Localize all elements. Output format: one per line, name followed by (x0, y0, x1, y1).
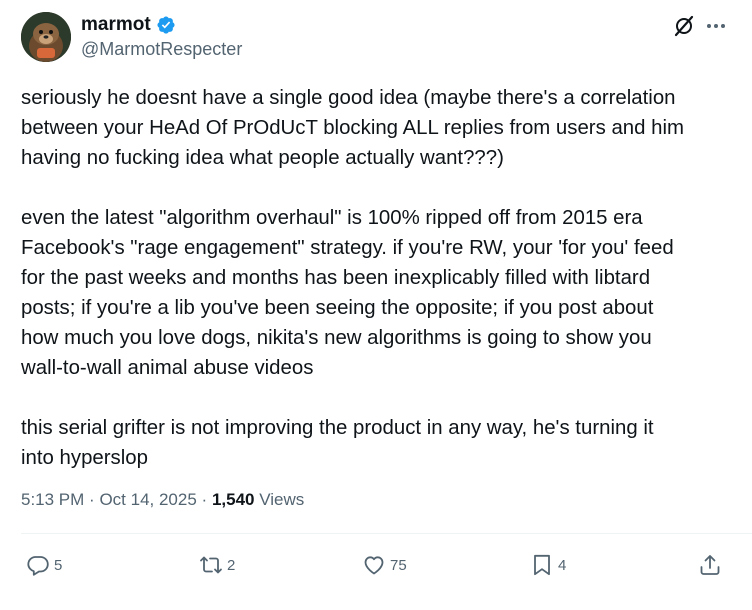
tweet-line: wall-to-wall animal abuse videos (21, 357, 314, 379)
repost-icon (200, 556, 222, 574)
meta-separator: · (89, 490, 95, 509)
share-icon (700, 555, 720, 575)
grok-icon[interactable] (672, 14, 696, 38)
meta-separator: · (201, 490, 208, 509)
tweet-date[interactable]: Oct 14, 2025 (99, 490, 196, 509)
marmot-avatar-icon (21, 12, 71, 62)
tweet-line: seriously he doesnt have a single good i… (21, 87, 676, 109)
tweet-line: how much you love dogs, nikita's new alg… (21, 327, 652, 349)
views-count: 1,540 (211, 490, 255, 509)
share-button[interactable] (698, 551, 722, 579)
divider (21, 533, 752, 534)
tweet-line: for the past weeks and months has been i… (21, 267, 651, 289)
reply-icon (27, 556, 49, 576)
reply-button[interactable]: 5 (26, 551, 62, 579)
heart-icon (364, 556, 384, 575)
repost-button[interactable]: 2 (199, 551, 235, 579)
tweet-card: marmot @MarmotRespecter seriously he doe… (0, 0, 752, 610)
author-display-name[interactable]: marmot (81, 14, 176, 36)
tweet-text: seriously he doesnt have a single good i… (21, 83, 733, 473)
bookmark-icon (534, 554, 550, 576)
tweet-line: between your HeAd Of PrOdUcT blocking AL… (21, 117, 685, 139)
bookmark-button[interactable]: 4 (530, 551, 566, 579)
reply-count: 5 (54, 556, 63, 574)
verified-badge-icon (157, 16, 175, 34)
repost-count: 2 (227, 556, 236, 574)
tweet-line: into hyperslop (21, 447, 148, 469)
tweet-line: even the latest "algorithm overhaul" is … (21, 207, 643, 229)
tweet-meta: 5:13 PM · Oct 14, 2025 · 1,540 Views (21, 490, 304, 510)
avatar[interactable] (21, 12, 71, 62)
tweet-line: having no fucking idea what people actua… (21, 147, 504, 169)
tweet-line: this serial grifter is not improving the… (21, 417, 654, 439)
tweet-line: Facebook's "rage engagement" strategy. i… (21, 237, 674, 259)
bookmark-count: 4 (558, 556, 567, 574)
like-count: 75 (390, 556, 407, 574)
author-handle[interactable]: @MarmotRespecter (81, 39, 242, 60)
views-label: Views (259, 490, 305, 509)
tweet-line: posts; if you're a lib you've been seein… (21, 297, 654, 319)
more-options-icon[interactable] (704, 16, 728, 36)
author-name[interactable]: marmot (81, 14, 151, 36)
like-button[interactable]: 75 (362, 551, 407, 579)
tweet-time[interactable]: 5:13 PM (21, 490, 84, 509)
